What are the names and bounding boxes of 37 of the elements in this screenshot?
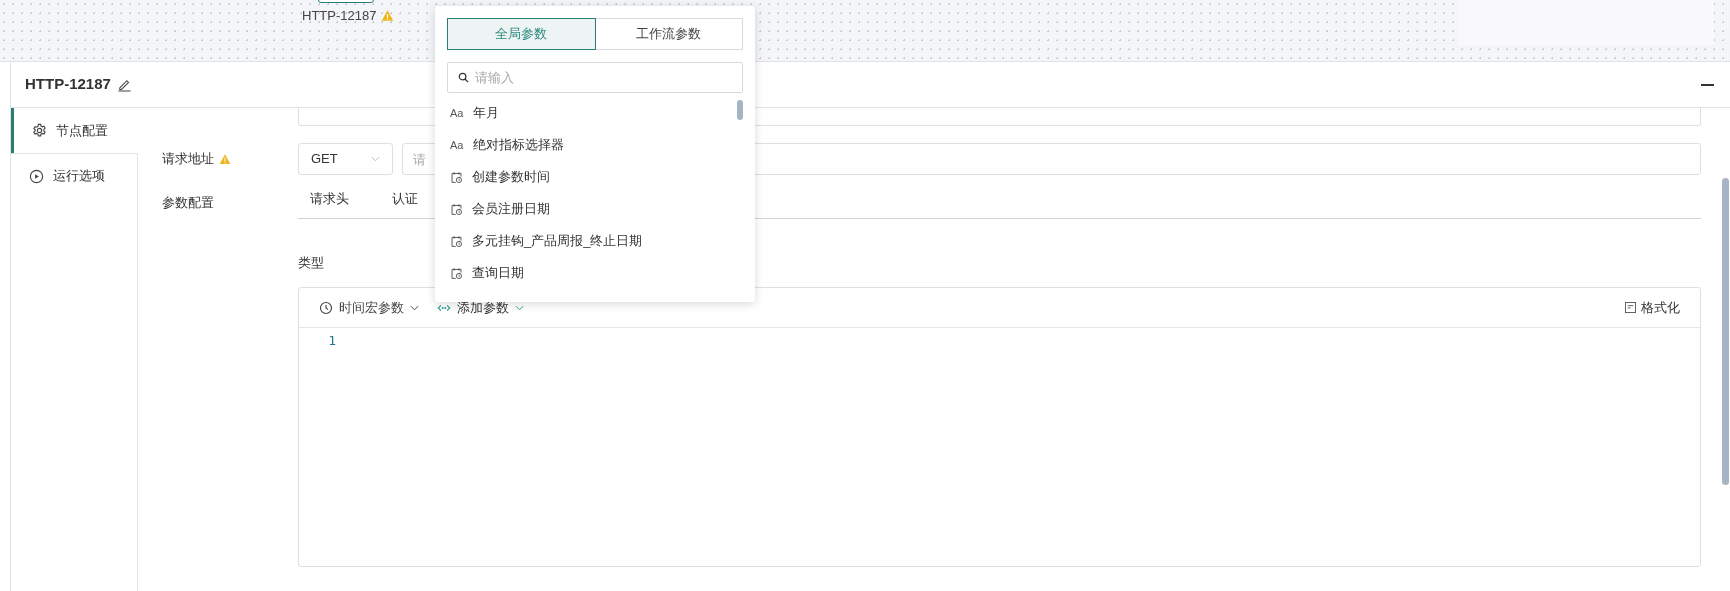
field-label: 类型 xyxy=(298,253,324,272)
search-icon xyxy=(458,72,469,83)
node-label: HTTP-12187 xyxy=(302,7,377,25)
chevron-down-icon xyxy=(515,304,524,311)
line-number: 1 xyxy=(327,332,336,350)
method-select[interactable]: GET xyxy=(298,143,393,175)
clock-icon xyxy=(319,300,333,315)
settings-icon xyxy=(32,123,47,138)
panel-title: HTTP-12187 xyxy=(25,74,111,95)
format-button[interactable]: 格式化 xyxy=(1625,297,1680,318)
sidebar-tab[interactable]: 节点配置 xyxy=(11,108,138,153)
calendar-clock-icon xyxy=(450,170,463,184)
segment-tab[interactable]: 工作流参数 xyxy=(594,18,743,50)
toolbar-dropdown[interactable]: 时间宏参数 xyxy=(319,297,419,318)
parameter-item[interactable]: 多元挂钩_产品周报_终止日期 xyxy=(447,225,731,257)
parameter-item[interactable]: 会员注册日期 xyxy=(447,193,731,225)
parameter-item[interactable]: 查询日期 xyxy=(447,257,731,289)
search-field[interactable]: 请输入 xyxy=(447,62,743,93)
calendar-clock-icon xyxy=(450,266,463,280)
segment-tab[interactable]: 全局参数 xyxy=(447,18,596,50)
chevron-down-icon xyxy=(371,156,380,162)
chevron-down-icon xyxy=(410,304,419,311)
document-icon xyxy=(1625,302,1636,313)
toolbar-dropdown[interactable]: 添加参数 xyxy=(437,297,524,318)
field-label: 参数配置 xyxy=(162,195,214,210)
field-label: 请求地址 xyxy=(162,150,214,169)
play-icon xyxy=(29,168,44,184)
scrollbar-thumb[interactable] xyxy=(1722,178,1729,485)
parameter-item[interactable]: Aa 年月 xyxy=(447,97,731,129)
edit-icon[interactable] xyxy=(116,77,132,92)
tab[interactable]: 认证 xyxy=(392,188,418,209)
calendar-clock-icon xyxy=(450,234,463,248)
minimize-icon[interactable] xyxy=(1701,83,1714,86)
calendar-clock-icon xyxy=(450,202,463,216)
scrollbar-thumb[interactable] xyxy=(737,100,743,120)
tab[interactable]: 请求头 xyxy=(310,188,349,209)
text-type-icon: Aa xyxy=(450,107,464,119)
